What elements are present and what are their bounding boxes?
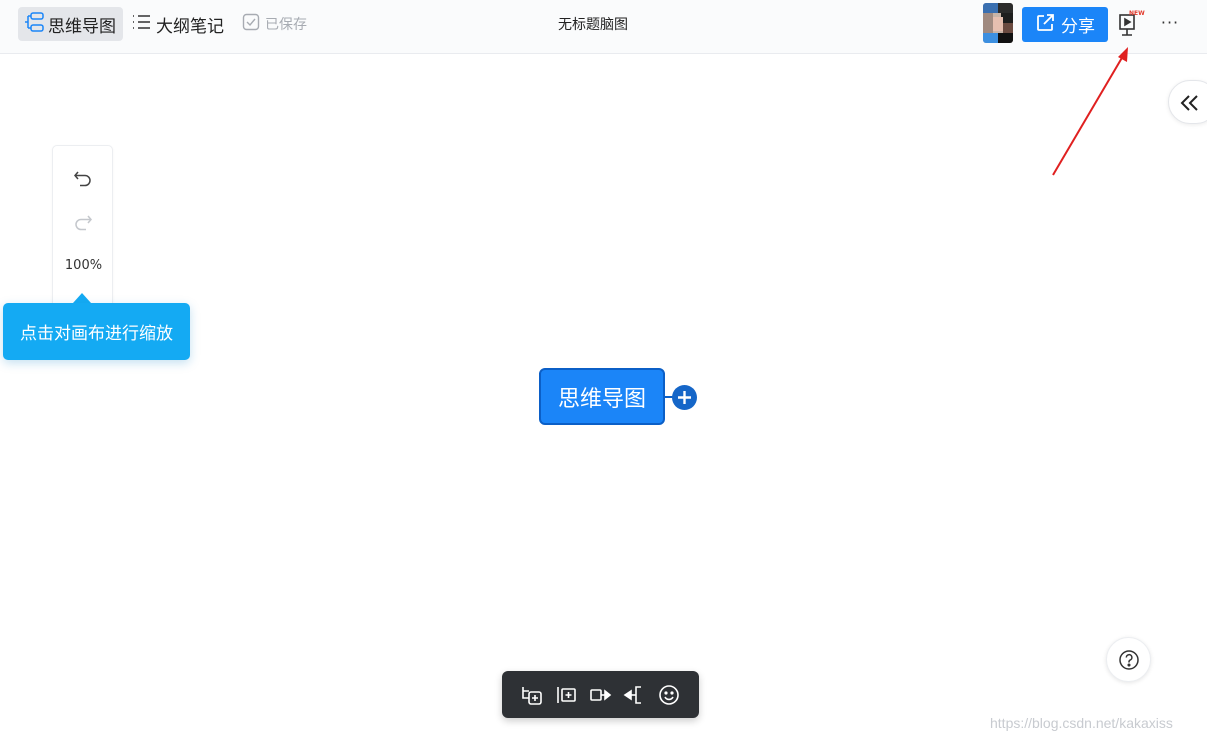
tooltip-arrow [73,293,91,303]
checkbox-icon [242,13,260,35]
add-summary-button[interactable] [622,683,646,707]
annotation-arrow [1052,47,1128,176]
document-title[interactable]: 无标题脑图 [493,14,693,34]
collapse-panel-button[interactable] [1168,80,1207,124]
undo-button[interactable] [72,166,94,188]
add-relation-icon [588,689,612,711]
save-status: 已保存 [242,7,307,41]
add-sibling-topic-button[interactable] [554,683,578,707]
emoji-icon [657,685,681,711]
watermark: https://blog.csdn.net/kakaxiss [990,715,1173,731]
tab-mindmap[interactable]: 思维导图 [18,7,123,41]
zoom-tooltip: 点击对画布进行缩放 [3,303,190,360]
new-badge: NEW [1129,10,1145,17]
add-summary-icon [622,686,646,711]
top-bar: 思维导图 大纲笔记 已保存 无标题脑图 分享 NEW ··· [0,0,1207,54]
add-child-button[interactable] [672,385,697,410]
external-link-icon [1035,13,1055,37]
help-button[interactable] [1106,637,1151,682]
add-sibling-topic-icon [554,687,578,711]
tab-outline[interactable]: 大纲笔记 [130,7,224,41]
emoji-button[interactable] [657,683,681,707]
share-button-label: 分享 [1061,17,1095,37]
mindmap-icon [23,11,45,37]
list-icon [130,11,152,37]
presentation-button[interactable]: NEW [1116,9,1145,39]
add-relation-button[interactable] [588,683,612,707]
zoom-panel: 100% [52,145,113,310]
bottom-toolbar [502,671,699,718]
add-child-topic-icon [520,687,544,711]
redo-button[interactable] [72,210,94,232]
undo-icon [72,171,94,192]
redo-icon [72,215,94,236]
add-child-topic-button[interactable] [520,683,544,707]
more-button[interactable]: ··· [1157,13,1183,35]
save-status-label: 已保存 [265,17,307,33]
tab-mindmap-label: 思维导图 [48,16,116,37]
avatar[interactable] [983,3,1013,43]
zoom-level[interactable]: 100% [53,258,114,273]
share-button[interactable]: 分享 [1022,7,1108,42]
central-topic-node[interactable]: 思维导图 [539,368,665,425]
tab-outline-label: 大纲笔记 [156,16,224,37]
